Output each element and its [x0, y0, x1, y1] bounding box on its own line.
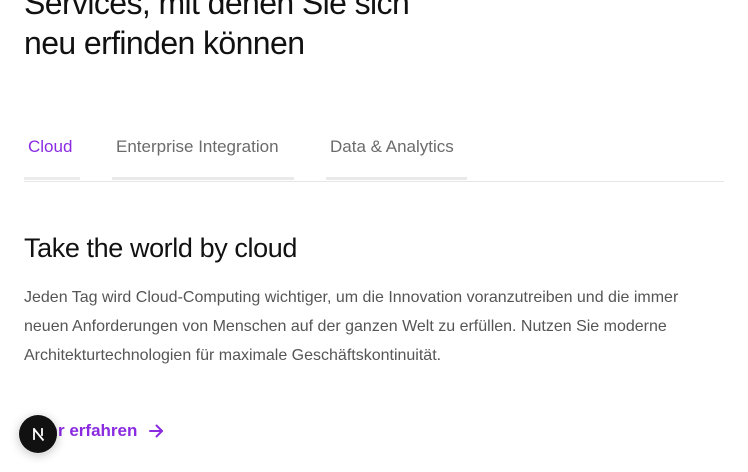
- tab-data-analytics-underline: [326, 177, 467, 180]
- service-tabs: Cloud Enterprise Integration Data & Anal…: [24, 127, 724, 182]
- tab-data-analytics-label: Data & Analytics: [330, 137, 454, 156]
- arrow-right-icon: [147, 422, 165, 440]
- section-heading: Services, mit denen Sie sich neu erfinde…: [24, 0, 724, 63]
- tab-cloud[interactable]: Cloud: [24, 127, 80, 180]
- panel-title: Take the world by cloud: [24, 233, 297, 263]
- tab-enterprise-integration[interactable]: Enterprise Integration: [112, 127, 294, 180]
- nextjs-logo-icon[interactable]: [19, 415, 57, 453]
- tab-enterprise-integration-label: Enterprise Integration: [116, 137, 279, 156]
- panel-description: Jeden Tag wird Cloud-Computing wichtiger…: [24, 289, 679, 364]
- tab-data-analytics[interactable]: Data & Analytics: [326, 127, 467, 180]
- section-heading-line-2: neu erfinden können: [24, 25, 305, 61]
- section-heading-line-1: Services, mit denen Sie sich: [24, 0, 410, 21]
- tab-cloud-label: Cloud: [28, 137, 73, 156]
- tab-enterprise-integration-underline: [112, 177, 294, 180]
- tab-cloud-underline: [24, 177, 80, 180]
